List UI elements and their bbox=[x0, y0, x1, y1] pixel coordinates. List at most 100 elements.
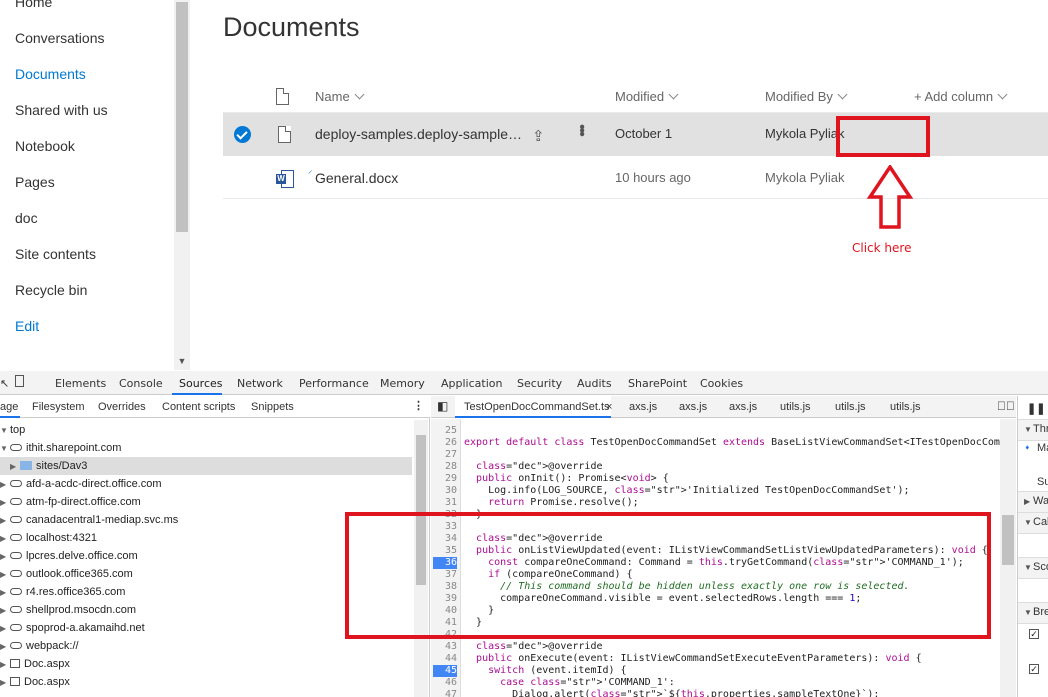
tree-item[interactable]: ▶ atm-fp-direct.office.com bbox=[0, 493, 141, 511]
expand-triangle-icon[interactable]: ▶ bbox=[0, 602, 10, 620]
code-line[interactable]: class="dec">@override bbox=[464, 461, 602, 473]
thread-item[interactable]: Sui bbox=[1037, 476, 1048, 488]
expand-triangle-icon[interactable]: ▶ bbox=[0, 476, 10, 494]
tree-item[interactable]: ▶ webpack:// bbox=[0, 637, 79, 655]
editor-scrollbar-thumb[interactable] bbox=[1002, 515, 1014, 565]
line-number[interactable]: 44 bbox=[431, 653, 457, 665]
editor-tab-active[interactable]: TestOpenDocCommandSet.ts bbox=[464, 401, 610, 413]
expand-triangle-icon[interactable]: ▶ bbox=[0, 512, 10, 530]
close-tab-icon[interactable]: × bbox=[606, 401, 612, 413]
share-icon[interactable]: ⇪ bbox=[532, 127, 545, 145]
expand-triangle-icon[interactable]: ▶ bbox=[10, 458, 20, 476]
add-column-button[interactable]: + Add column bbox=[914, 89, 1008, 104]
column-header-name[interactable]: Name bbox=[315, 89, 365, 104]
collapse-triangle-icon[interactable]: ▼ bbox=[0, 422, 10, 440]
nav-item-recycle-bin[interactable]: Recycle bin bbox=[15, 282, 87, 298]
expand-triangle-icon[interactable]: ▶ bbox=[0, 656, 10, 674]
nav-item-home[interactable]: Home bbox=[15, 0, 52, 10]
collapse-triangle-icon[interactable]: ▼ bbox=[0, 440, 10, 458]
editor-tab[interactable]: utils.js bbox=[780, 401, 811, 413]
toggle-navigator-icon[interactable]: ◧ bbox=[437, 399, 448, 413]
line-number[interactable]: 47 bbox=[431, 689, 457, 697]
tab-network[interactable]: Network bbox=[237, 377, 283, 390]
nav-item-doc[interactable]: doc bbox=[15, 210, 38, 226]
tree-item[interactable]: ▶ shellprod.msocdn.com bbox=[0, 601, 136, 619]
row-checkmark-icon[interactable] bbox=[234, 126, 251, 143]
expand-triangle-icon[interactable]: ▶ bbox=[0, 674, 10, 692]
editor-tab[interactable]: axs.js bbox=[629, 401, 657, 413]
nav-item-documents[interactable]: Documents bbox=[15, 66, 86, 82]
code-line[interactable]: public onInit(): Promise<void> { bbox=[464, 473, 669, 485]
expand-triangle-icon[interactable]: ▶ bbox=[0, 530, 10, 548]
toggle-debugger-icon[interactable]: ▶⃞ bbox=[997, 399, 1015, 413]
tree-item[interactable]: ▼ ithit.sharepoint.com bbox=[0, 439, 121, 457]
tree-item[interactable]: ▶ spoprod-a.akamaihd.net bbox=[0, 619, 145, 637]
collapse-triangle-icon[interactable]: ▼ bbox=[1024, 518, 1032, 527]
thread-item[interactable]: Ma bbox=[1037, 442, 1048, 454]
file-name-link[interactable]: General.docx bbox=[315, 170, 398, 186]
tab-application[interactable]: Application bbox=[441, 377, 502, 390]
code-line[interactable]: Dialog.alert(class="str">`${this.propert… bbox=[464, 689, 879, 697]
breakpoint-checkbox[interactable]: ✓ bbox=[1029, 629, 1039, 639]
code-line[interactable]: export default class TestOpenDocCommandS… bbox=[464, 437, 1012, 449]
line-number[interactable]: 27 bbox=[431, 449, 457, 461]
collapse-triangle-icon[interactable]: ▼ bbox=[1024, 563, 1032, 572]
line-number[interactable]: 25 bbox=[431, 425, 457, 437]
line-number[interactable]: 26 bbox=[431, 437, 457, 449]
nav-scrollbar-thumb[interactable] bbox=[176, 2, 188, 232]
expand-triangle-icon[interactable]: ▶ bbox=[0, 584, 10, 602]
expand-triangle-icon[interactable]: ▶ bbox=[0, 566, 10, 584]
tree-item[interactable]: ▶ sites/Dav3 bbox=[10, 457, 87, 475]
tab-sharepoint[interactable]: SharePoint bbox=[628, 377, 687, 390]
navigator-menu-icon[interactable]: ⋮ bbox=[413, 399, 424, 412]
line-number[interactable]: 30 bbox=[431, 485, 457, 497]
tab-elements[interactable]: Elements bbox=[55, 377, 106, 390]
subtab-overrides[interactable]: Overrides bbox=[98, 401, 146, 413]
nav-item-conversations[interactable]: Conversations bbox=[15, 30, 105, 46]
breakpoint-checkbox[interactable]: ✓ bbox=[1029, 664, 1039, 674]
tab-performance[interactable]: Performance bbox=[299, 377, 369, 390]
device-toolbar-icon[interactable] bbox=[15, 375, 24, 390]
subtab-content-scripts[interactable]: Content scripts bbox=[162, 401, 235, 413]
line-number[interactable]: 29 bbox=[431, 473, 457, 485]
subtab-page[interactable]: age bbox=[0, 401, 18, 413]
code-line[interactable]: Log.info(LOG_SOURCE, class="str">'Initia… bbox=[464, 485, 909, 497]
tree-item[interactable]: ▶ Doc.aspx bbox=[0, 673, 70, 691]
tree-item[interactable]: ▶ canadacentral1-mediap.svc.ms bbox=[0, 511, 178, 529]
breakpoint-line-number[interactable]: 45 bbox=[433, 665, 457, 677]
editor-tab[interactable]: axs.js bbox=[679, 401, 707, 413]
editor-tab[interactable]: utils.js bbox=[890, 401, 921, 413]
line-number[interactable]: 28 bbox=[431, 461, 457, 473]
line-number[interactable]: 31 bbox=[431, 497, 457, 509]
line-number[interactable]: 43 bbox=[431, 641, 457, 653]
tree-item[interactable]: ▶ lpcres.delve.office.com bbox=[0, 547, 138, 565]
tree-item[interactable]: ▶ localhost:4321 bbox=[0, 529, 97, 547]
collapse-triangle-icon[interactable]: ▼ bbox=[1024, 608, 1032, 617]
expand-triangle-icon[interactable]: ▶ bbox=[0, 494, 10, 512]
subtab-filesystem[interactable]: Filesystem bbox=[32, 401, 85, 413]
nav-item-notebook[interactable]: Notebook bbox=[15, 138, 75, 154]
expand-triangle-icon[interactable]: ▶ bbox=[0, 638, 10, 656]
nav-item-pages[interactable]: Pages bbox=[15, 174, 55, 190]
inspect-element-icon[interactable]: ↖ bbox=[0, 377, 9, 390]
code-line[interactable]: case class="str">'COMMAND_1': bbox=[464, 677, 675, 689]
tree-item[interactable]: ▶ afd-a-acdc-direct.office.com bbox=[0, 475, 162, 493]
pause-icon[interactable]: ❚❚ bbox=[1027, 402, 1045, 415]
tree-item[interactable]: ▶ r4.res.office365.com bbox=[0, 583, 125, 601]
file-type-header-icon[interactable] bbox=[276, 88, 289, 105]
editor-tab[interactable]: utils.js bbox=[835, 401, 866, 413]
expand-triangle-icon[interactable]: ▶ bbox=[0, 620, 10, 638]
tab-audits[interactable]: Audits bbox=[577, 377, 612, 390]
file-name-link[interactable]: deploy-samples.deploy-sample… bbox=[315, 126, 522, 142]
code-line[interactable]: class="dec">@override bbox=[464, 641, 602, 653]
line-number[interactable]: 46 bbox=[431, 677, 457, 689]
tree-item[interactable]: ▼ top bbox=[0, 421, 25, 439]
column-header-modified-by[interactable]: Modified By bbox=[765, 89, 848, 104]
tab-sources[interactable]: Sources bbox=[179, 377, 223, 390]
subtab-snippets[interactable]: Snippets bbox=[251, 401, 294, 413]
code-line[interactable]: switch (event.itemId) { bbox=[464, 665, 626, 677]
column-header-modified[interactable]: Modified bbox=[615, 89, 679, 104]
expand-triangle-icon[interactable]: ▶ bbox=[0, 548, 10, 566]
tab-console[interactable]: Console bbox=[119, 377, 163, 390]
editor-tab[interactable]: axs.js bbox=[729, 401, 757, 413]
